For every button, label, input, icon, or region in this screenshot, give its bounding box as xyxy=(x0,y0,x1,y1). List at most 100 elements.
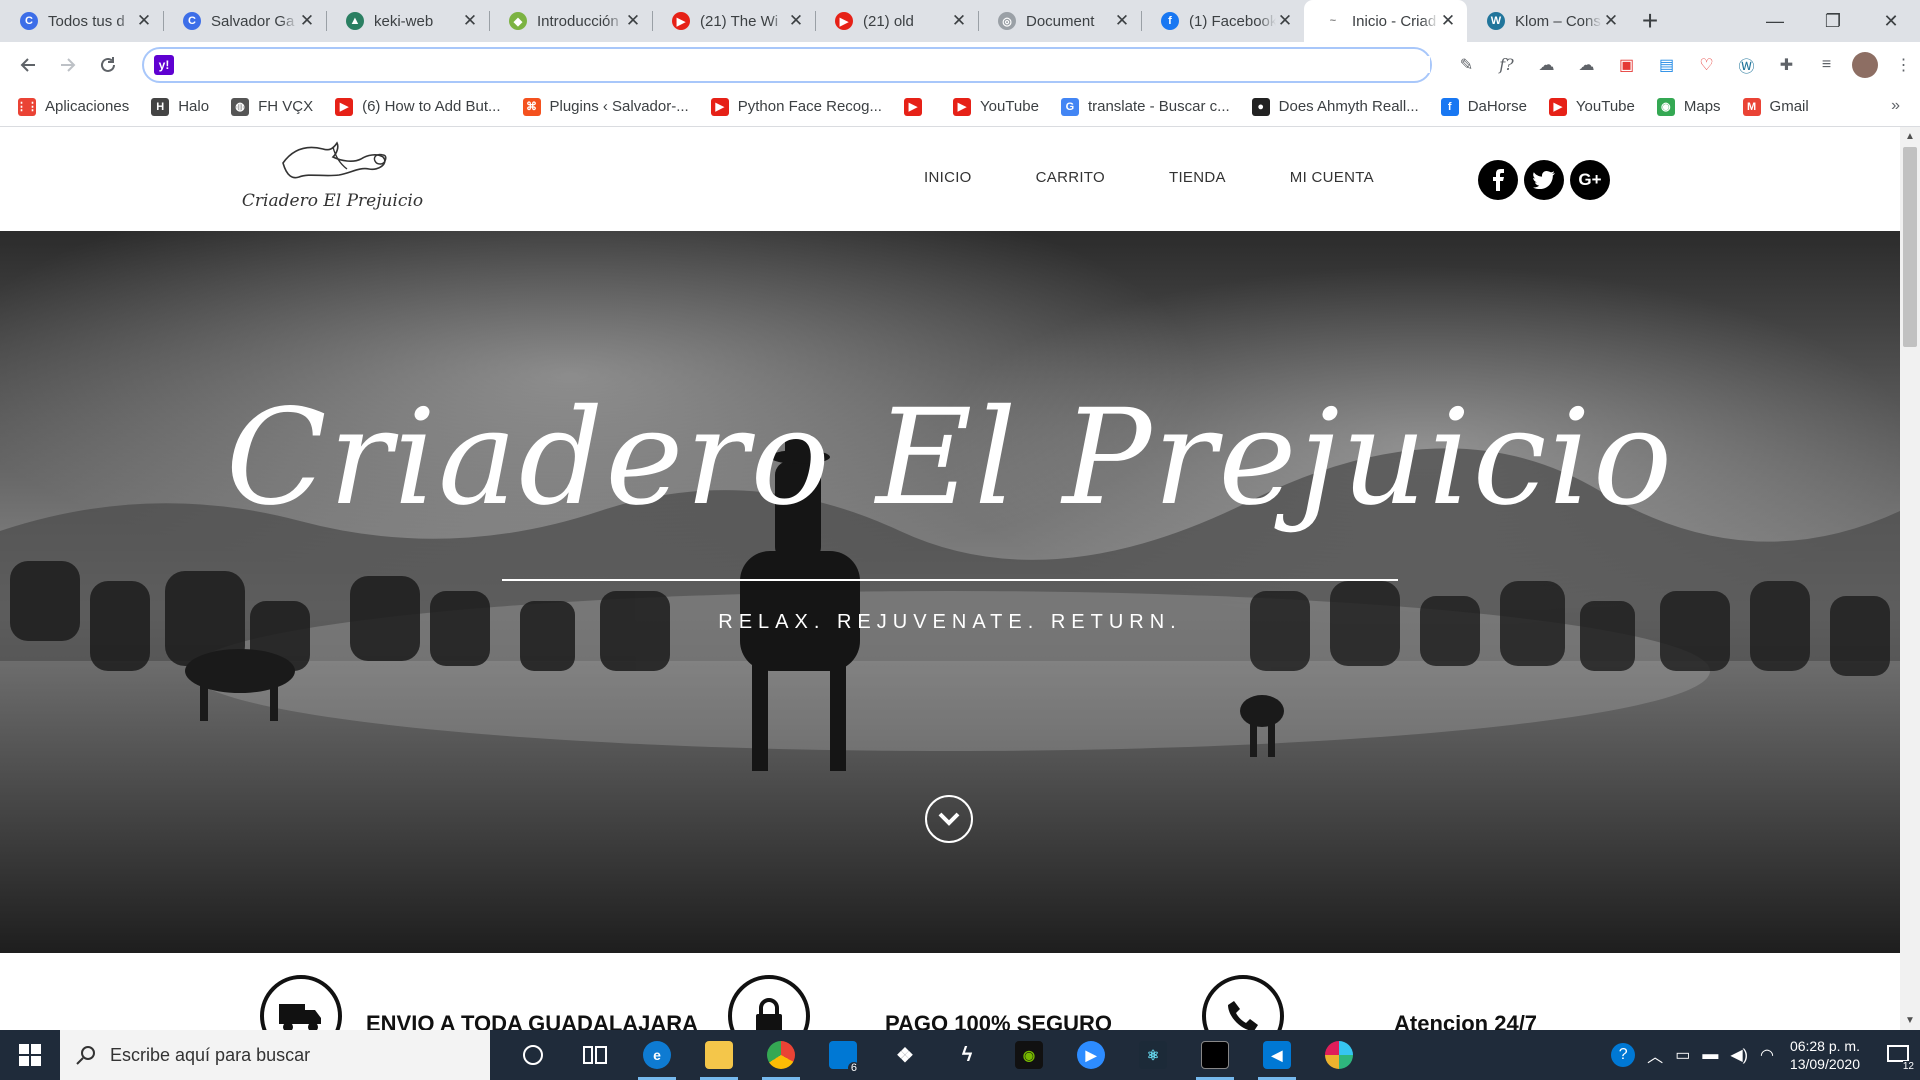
tab-close-icon[interactable]: ✕ xyxy=(950,11,968,31)
profile-avatar[interactable] xyxy=(1852,51,1878,78)
start-button[interactable] xyxy=(0,1030,60,1080)
slack-icon[interactable] xyxy=(1308,1030,1370,1080)
bookmark-label: Maps xyxy=(1683,98,1721,115)
address-bar[interactable]: y! xyxy=(142,46,1432,83)
menu-item[interactable]: TIENDA xyxy=(1169,169,1226,186)
chrome-menu-icon[interactable]: ⋮ xyxy=(1889,50,1918,79)
bolt-app-icon[interactable]: ϟ xyxy=(936,1030,998,1080)
restore-button[interactable]: ❐ xyxy=(1804,0,1862,42)
pocket-extension-icon[interactable]: ♡ xyxy=(1692,50,1721,79)
atom-icon[interactable]: ⚛ xyxy=(1122,1030,1184,1080)
reload-button[interactable] xyxy=(88,45,128,85)
cortana-icon[interactable] xyxy=(502,1030,564,1080)
color-picker-extension-icon[interactable]: ✎ xyxy=(1452,50,1481,79)
vscode-icon[interactable]: ◀ xyxy=(1246,1030,1308,1080)
browser-tab[interactable]: C Salvador Ga ✕ xyxy=(163,0,326,42)
tab-close-icon[interactable]: ✕ xyxy=(135,11,153,31)
dropbox-icon[interactable]: ❖ xyxy=(874,1030,936,1080)
bookmarks-overflow-button[interactable]: » xyxy=(1891,97,1900,115)
bookmark-item[interactable]: ◍ FH VÇX xyxy=(231,97,313,116)
menu-item[interactable]: INICIO xyxy=(924,169,972,186)
bookmark-item[interactable]: ⌘ Plugins ‹ Salvador-... xyxy=(522,97,689,116)
hero-divider xyxy=(502,579,1398,581)
google-plus-icon[interactable]: G+ xyxy=(1570,160,1610,200)
ff-extension-icon[interactable]: ▤ xyxy=(1652,50,1681,79)
forward-button[interactable] xyxy=(48,45,88,85)
bookmark-favicon-icon: M xyxy=(1742,97,1761,116)
bookmark-favicon-icon: ▶ xyxy=(952,97,971,116)
bookmark-item[interactable]: H Halo xyxy=(151,97,209,116)
tab-close-icon[interactable]: ✕ xyxy=(1439,11,1457,31)
scroll-down-button[interactable] xyxy=(925,795,973,843)
bookmark-item[interactable]: ⋮⋮ Aplicaciones xyxy=(16,97,129,116)
scrollbar-thumb[interactable] xyxy=(1903,147,1917,347)
wordpress-extension-icon[interactable]: Ⓦ xyxy=(1732,50,1761,79)
system-clock[interactable]: 06:28 p. m. 13/09/2020 xyxy=(1790,1037,1860,1073)
bookmark-item[interactable]: ● Does Ahmyth Reall... xyxy=(1251,97,1419,116)
bookmark-item[interactable]: Gtranslate - Buscar c... xyxy=(1060,97,1230,116)
menu-item[interactable]: MI CUENTA xyxy=(1290,169,1374,186)
site-logo[interactable]: Criadero El Prejuicio xyxy=(235,133,430,225)
browser-tab[interactable]: ◎ Document ✕ xyxy=(978,0,1141,42)
tab-close-icon[interactable]: ✕ xyxy=(624,11,642,31)
task-view-icon[interactable] xyxy=(564,1030,626,1080)
tab-close-icon[interactable]: ✕ xyxy=(461,11,479,31)
browser-tab[interactable]: ◆ Introducción ✕ xyxy=(489,0,652,42)
back-button[interactable] xyxy=(8,45,48,85)
wifi-icon[interactable]: ◠ xyxy=(1760,1045,1774,1065)
tab-close-icon[interactable]: ✕ xyxy=(1602,11,1620,31)
tab-close-icon[interactable]: ✕ xyxy=(787,11,805,31)
tab-close-icon[interactable]: ✕ xyxy=(1276,11,1294,31)
browser-tab[interactable]: W Klom – Cons ✕ xyxy=(1467,0,1630,42)
browser-tab[interactable]: ~ Inicio - Criad ✕ xyxy=(1304,0,1467,42)
volume-icon[interactable]: ◀) xyxy=(1730,1045,1748,1065)
scroll-up-arrow-icon[interactable]: ▲ xyxy=(1900,131,1920,142)
browser-tab[interactable]: ▶ (21) old ✕ xyxy=(815,0,978,42)
site-header: Criadero El Prejuicio INICIO CARRITO TIEND… xyxy=(0,127,1900,231)
bookmark-item[interactable]: ▶ (6) How to Add But... xyxy=(335,97,501,116)
network-icon[interactable]: ▭ xyxy=(1675,1045,1690,1065)
browser-tab[interactable]: f (1) Facebook ✕ xyxy=(1141,0,1304,42)
address-input[interactable] xyxy=(184,56,1430,73)
terminal-icon[interactable] xyxy=(1184,1030,1246,1080)
font-finder-extension-icon[interactable]: f? xyxy=(1492,50,1521,79)
minimize-button[interactable]: — xyxy=(1746,0,1804,42)
browser-tab[interactable]: C Todos tus d ✕ xyxy=(0,0,163,42)
bookmark-label: Python Face Recog... xyxy=(737,98,882,115)
edge-icon[interactable]: e xyxy=(626,1030,688,1080)
bookmark-item[interactable]: ▶ xyxy=(903,97,931,116)
scroll-down-arrow-icon[interactable]: ▼ xyxy=(1900,1015,1920,1026)
image-extension-icon[interactable]: ▣ xyxy=(1612,50,1641,79)
twitter-icon[interactable] xyxy=(1524,160,1564,200)
file-explorer-icon[interactable] xyxy=(688,1030,750,1080)
close-window-button[interactable]: ✕ xyxy=(1862,0,1920,42)
bookmark-item[interactable]: ◉ Maps xyxy=(1656,97,1721,116)
new-tab-button[interactable]: + xyxy=(1630,0,1670,42)
page-scrollbar[interactable]: ▲ ▼ xyxy=(1900,127,1920,1030)
puzzle-extensions-icon[interactable]: ✚ xyxy=(1772,50,1801,79)
cloud-dark-extension-icon[interactable]: ☁ xyxy=(1572,50,1601,79)
menu-item[interactable]: CARRITO xyxy=(1036,169,1105,186)
bookmark-item[interactable]: M Gmail xyxy=(1742,97,1809,116)
mail-icon[interactable]: 6 xyxy=(812,1030,874,1080)
tab-close-icon[interactable]: ✕ xyxy=(298,11,316,31)
chevron-up-icon[interactable]: ︿ xyxy=(1647,1043,1663,1067)
bookmark-favicon-icon: ▶ xyxy=(903,97,922,116)
browser-tab[interactable]: ▶ (21) The Wi ✕ xyxy=(652,0,815,42)
bookmark-item[interactable]: f DaHorse xyxy=(1440,97,1527,116)
cloud-extension-icon[interactable]: ☁ xyxy=(1532,50,1561,79)
taskbar-search[interactable]: Escribe aquí para buscar xyxy=(60,1030,490,1080)
bookmark-item[interactable]: ▶ YouTube xyxy=(952,97,1039,116)
chrome-icon[interactable] xyxy=(750,1030,812,1080)
reading-list-icon[interactable]: ≡ xyxy=(1812,50,1841,79)
bookmark-item[interactable]: ▶ YouTube xyxy=(1548,97,1635,116)
notifications-icon[interactable]: 12 xyxy=(1876,1030,1920,1080)
facebook-icon[interactable] xyxy=(1478,160,1518,200)
help-icon[interactable]: ? xyxy=(1611,1043,1636,1067)
nvidia-icon[interactable]: ◉ xyxy=(998,1030,1060,1080)
bookmark-item[interactable]: ▶ Python Face Recog... xyxy=(710,97,882,116)
zoom-icon[interactable]: ▶ xyxy=(1060,1030,1122,1080)
browser-tab[interactable]: ▲ keki-web ✕ xyxy=(326,0,489,42)
tab-close-icon[interactable]: ✕ xyxy=(1113,11,1131,31)
battery-icon[interactable]: ▬ xyxy=(1702,1046,1718,1064)
